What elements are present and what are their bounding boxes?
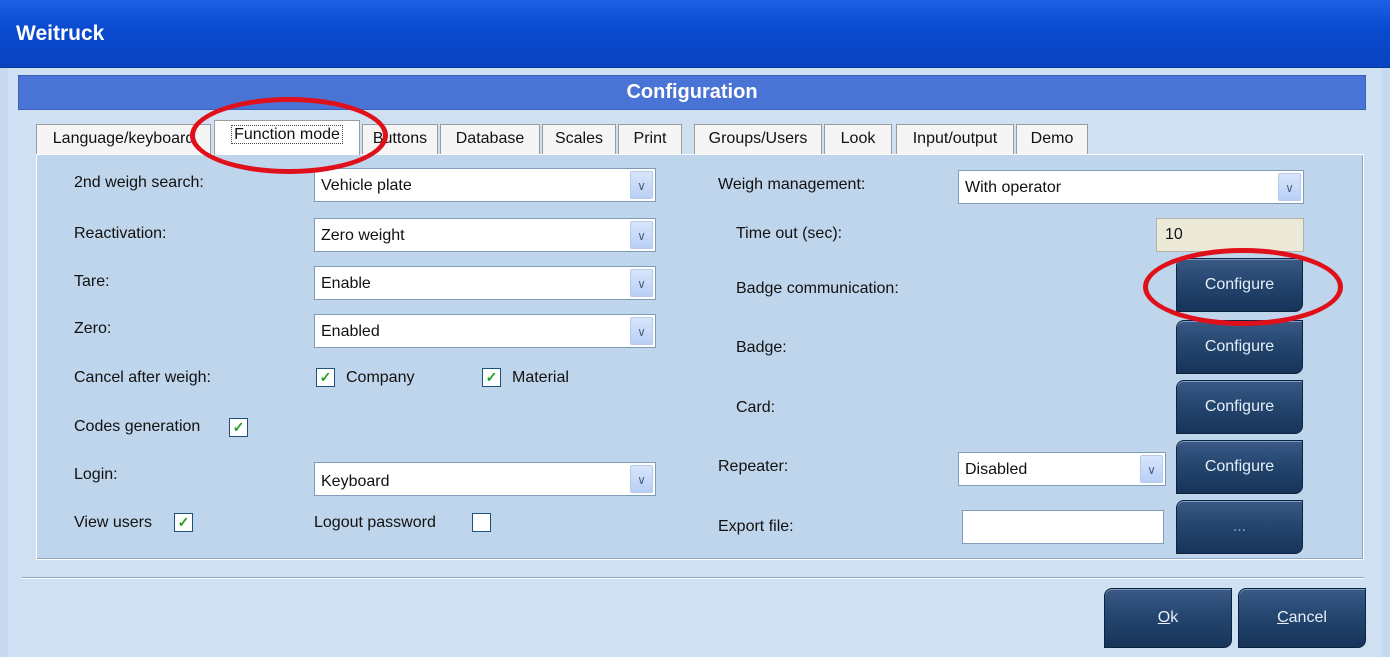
tab-label: Demo: [1030, 130, 1074, 147]
card-configure-button[interactable]: Configure: [1176, 380, 1303, 434]
second-weigh-search-label: 2nd weigh search:: [74, 174, 204, 191]
function-mode-panel: [36, 154, 1364, 560]
material-checkbox-label: Material: [512, 369, 569, 386]
select-value: Enabled: [321, 323, 380, 340]
cancel-after-weigh-label: Cancel after weigh:: [74, 369, 211, 386]
configuration-header: Configuration: [18, 75, 1366, 110]
repeater-select[interactable]: Disabled ∨: [958, 452, 1166, 486]
reactivation-select[interactable]: Zero weight ∨: [314, 218, 656, 252]
logout-password-label: Logout password: [314, 514, 436, 531]
tab-scales[interactable]: Scales: [542, 124, 616, 154]
select-value: Disabled: [965, 461, 1028, 478]
tab-label: Look: [840, 130, 876, 147]
company-checkbox[interactable]: ✓: [316, 368, 335, 387]
tab-label: Scales: [554, 130, 604, 147]
logout-password-checkbox[interactable]: [472, 513, 491, 532]
select-value: Keyboard: [321, 473, 390, 490]
weigh-management-select[interactable]: With operator ∨: [958, 170, 1304, 204]
tab-language-keyboard[interactable]: Language/keyboard: [36, 124, 211, 154]
tab-function-mode[interactable]: Function mode: [214, 120, 360, 155]
material-checkbox[interactable]: ✓: [482, 368, 501, 387]
login-select[interactable]: Keyboard ∨: [314, 462, 656, 496]
tab-buttons[interactable]: Buttons: [362, 124, 438, 154]
tab-label: Language/keyboard: [52, 130, 195, 147]
export-file-input[interactable]: [962, 510, 1164, 544]
codes-generation-label: Codes generation: [74, 418, 201, 435]
ok-button[interactable]: Ok: [1104, 588, 1232, 648]
checkmark-icon: ✓: [232, 419, 245, 435]
config-window: Weitruck Configuration Language/keyboard…: [0, 0, 1390, 657]
ok-label: k: [1170, 609, 1179, 626]
window-title: Weitruck: [16, 22, 105, 45]
tab-label: Function mode: [231, 125, 343, 144]
view-users-label: View users: [74, 514, 152, 531]
second-weigh-search-select[interactable]: Vehicle plate ∨: [314, 168, 656, 202]
codes-generation-checkbox[interactable]: ✓: [229, 418, 248, 437]
tab-label: Print: [633, 130, 667, 147]
cancel-label: ancel: [1288, 609, 1327, 626]
view-users-checkbox[interactable]: ✓: [174, 513, 193, 532]
badge-communication-label: Badge communication:: [736, 280, 899, 297]
cancel-button[interactable]: Cancel: [1238, 588, 1366, 648]
chevron-down-icon[interactable]: ∨: [630, 317, 653, 345]
ok-accelerator: O: [1157, 609, 1171, 626]
chevron-down-icon[interactable]: ∨: [1140, 455, 1163, 483]
chevron-down-icon[interactable]: ∨: [630, 221, 653, 249]
tab-label: Input/output: [912, 130, 998, 147]
tab-label: Groups/Users: [708, 130, 808, 147]
cancel-accelerator: C: [1277, 609, 1289, 626]
zero-select[interactable]: Enabled ∨: [314, 314, 656, 348]
time-out-field[interactable]: 10: [1156, 218, 1304, 252]
export-file-browse-button[interactable]: ...: [1176, 500, 1303, 554]
tab-groups-users[interactable]: Groups/Users: [694, 124, 822, 154]
checkmark-icon: ✓: [177, 514, 190, 530]
weigh-management-label: Weigh management:: [718, 176, 866, 193]
tab-label: Buttons: [372, 130, 428, 147]
badge-label: Badge:: [736, 339, 787, 356]
chevron-down-icon[interactable]: ∨: [630, 269, 653, 297]
tare-label: Tare:: [74, 273, 110, 290]
login-label: Login:: [74, 466, 118, 483]
badge-communication-configure-button[interactable]: Configure: [1176, 258, 1303, 312]
repeater-configure-button[interactable]: Configure: [1176, 440, 1303, 494]
company-checkbox-label: Company: [346, 369, 415, 386]
title-bar[interactable]: Weitruck: [0, 0, 1390, 68]
badge-configure-button[interactable]: Configure: [1176, 320, 1303, 374]
card-label: Card:: [736, 399, 776, 416]
export-file-label: Export file:: [718, 518, 794, 535]
tab-label: Database: [455, 130, 525, 147]
repeater-label: Repeater:: [718, 458, 789, 475]
checkmark-icon: ✓: [319, 369, 332, 385]
zero-label: Zero:: [74, 320, 112, 337]
tab-print[interactable]: Print: [618, 124, 682, 154]
tab-look[interactable]: Look: [824, 124, 892, 154]
chevron-down-icon[interactable]: ∨: [1278, 173, 1301, 201]
select-value: Zero weight: [321, 227, 405, 244]
tab-database[interactable]: Database: [440, 124, 540, 154]
select-value: Enable: [321, 275, 371, 292]
chevron-down-icon[interactable]: ∨: [630, 465, 653, 493]
tare-select[interactable]: Enable ∨: [314, 266, 656, 300]
select-value: Vehicle plate: [321, 177, 412, 194]
tab-input-output[interactable]: Input/output: [896, 124, 1014, 154]
footer-separator: [22, 577, 1364, 579]
time-out-label: Time out (sec):: [736, 225, 843, 242]
select-value: With operator: [965, 179, 1062, 196]
chevron-down-icon[interactable]: ∨: [630, 171, 653, 199]
checkmark-icon: ✓: [485, 369, 498, 385]
reactivation-label: Reactivation:: [74, 225, 167, 242]
tab-demo[interactable]: Demo: [1016, 124, 1088, 154]
